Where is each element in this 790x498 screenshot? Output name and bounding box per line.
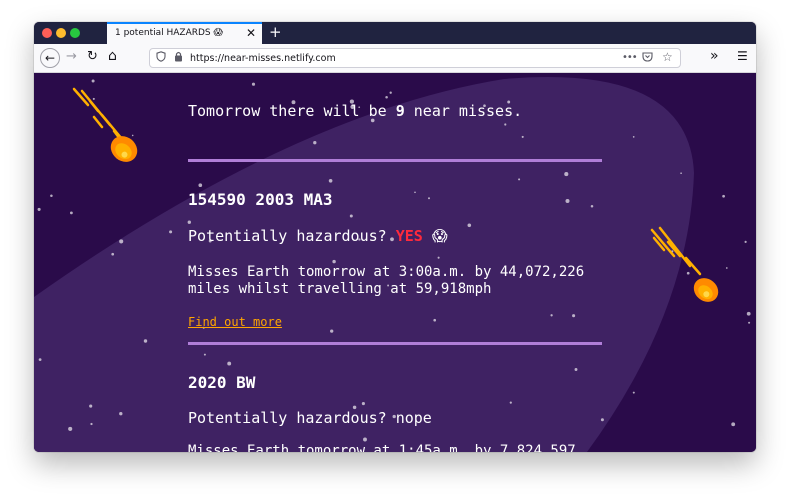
minimize-window-button[interactable]	[56, 28, 66, 38]
star	[574, 368, 578, 371]
meteor-right-icon	[650, 226, 719, 302]
star	[37, 207, 41, 211]
star	[330, 329, 334, 333]
star	[198, 183, 203, 188]
star	[521, 135, 524, 138]
page-actions-icon[interactable]: •••	[622, 52, 638, 63]
star	[187, 220, 191, 224]
page-content: Tomorrow there will be 9 near misses. 15…	[34, 73, 756, 452]
star	[509, 401, 512, 404]
star	[467, 223, 472, 228]
star	[385, 96, 388, 99]
hazard-value: YES	[395, 227, 423, 245]
hazard-label: Potentially hazardous?	[188, 227, 387, 245]
star	[504, 123, 507, 126]
star	[550, 314, 553, 317]
star	[363, 437, 367, 442]
star	[433, 318, 437, 322]
close-window-button[interactable]	[42, 28, 52, 38]
star	[69, 211, 73, 215]
url-bar[interactable]: https://near-misses.netlify.com ••• ☆	[149, 48, 681, 68]
miss-line-1: Misses Earth tomorrow at 1:45a.m. by 7,8…	[188, 443, 576, 452]
star	[572, 314, 576, 318]
miss-line-2: miles whilst travelling at 59,918mph	[188, 281, 492, 297]
tab-title: 1 potential HAZARDS 😱	[115, 28, 223, 38]
star	[590, 205, 594, 208]
star	[744, 240, 747, 243]
star	[564, 172, 569, 177]
star	[600, 418, 604, 422]
asteroid-name: 2020 BW	[188, 373, 256, 392]
star	[90, 422, 93, 426]
star	[328, 178, 333, 183]
star	[731, 422, 736, 427]
star	[227, 361, 232, 366]
star	[332, 259, 336, 264]
back-icon[interactable]: ←	[40, 48, 60, 68]
star	[349, 214, 353, 218]
star	[746, 311, 751, 316]
browser-window: 1 potential HAZARDS 😱 ✕ + ← → ↻ ⌂ https:…	[34, 22, 756, 452]
star	[50, 194, 53, 197]
reload-icon[interactable]: ↻	[87, 49, 98, 64]
intro-after: near misses.	[404, 102, 523, 120]
overflow-icon[interactable]: »	[710, 48, 719, 64]
asteroid-name: 154590 2003 MA3	[188, 190, 333, 209]
star	[565, 198, 570, 204]
new-tab-icon[interactable]: +	[269, 23, 282, 41]
star	[428, 197, 430, 200]
star	[518, 178, 521, 181]
pocket-icon[interactable]	[642, 51, 653, 65]
star	[119, 412, 123, 416]
star	[389, 91, 392, 94]
star	[437, 256, 440, 259]
star	[89, 404, 93, 408]
star	[722, 194, 725, 198]
forward-icon[interactable]: →	[66, 49, 77, 64]
meteor-left-icon	[72, 87, 138, 162]
navigation-bar: ← → ↻ ⌂ https://near-misses.netlify.com …	[34, 44, 756, 73]
star	[680, 172, 682, 175]
star	[748, 321, 751, 324]
star	[414, 191, 416, 194]
star	[203, 353, 206, 356]
tab-active[interactable]: 1 potential HAZARDS 😱 ✕	[107, 22, 262, 44]
shield-icon[interactable]	[156, 51, 166, 65]
divider	[188, 342, 602, 345]
intro-text: Tomorrow there will be 9 near misses.	[188, 102, 522, 120]
find-out-more-link[interactable]: Find out more	[188, 315, 282, 329]
tab-close-icon[interactable]: ✕	[246, 26, 256, 40]
hazard-label: Potentially hazardous?	[188, 409, 387, 427]
star	[119, 239, 124, 244]
miss-line-1: Misses Earth tomorrow at 3:00a.m. by 44,…	[188, 264, 585, 280]
url-text: https://near-misses.netlify.com	[190, 53, 336, 64]
menu-icon[interactable]: ☰	[737, 49, 748, 63]
near-miss-count: 9	[395, 102, 405, 120]
star	[313, 141, 317, 145]
hazard-row: Potentially hazardous? YES 😱	[188, 227, 447, 245]
star	[725, 267, 728, 269]
bookmark-star-icon[interactable]: ☆	[662, 50, 673, 64]
star	[68, 426, 73, 431]
star	[361, 402, 365, 406]
star	[143, 339, 148, 343]
maximize-window-button[interactable]	[70, 28, 80, 38]
lock-icon[interactable]	[174, 51, 183, 65]
star	[251, 82, 256, 86]
star	[169, 230, 173, 234]
star	[38, 358, 42, 361]
home-icon[interactable]: ⌂	[108, 48, 117, 64]
intro-before: Tomorrow there will be	[188, 102, 396, 120]
star	[111, 252, 115, 256]
hazard-value: nope	[395, 409, 432, 427]
hazard-row: Potentially hazardous? nope	[188, 409, 432, 427]
scream-emoji-icon: 😱	[431, 227, 448, 245]
divider	[188, 159, 602, 162]
star	[632, 136, 635, 138]
star	[632, 391, 635, 394]
tab-bar: 1 potential HAZARDS 😱 ✕ +	[34, 22, 756, 44]
